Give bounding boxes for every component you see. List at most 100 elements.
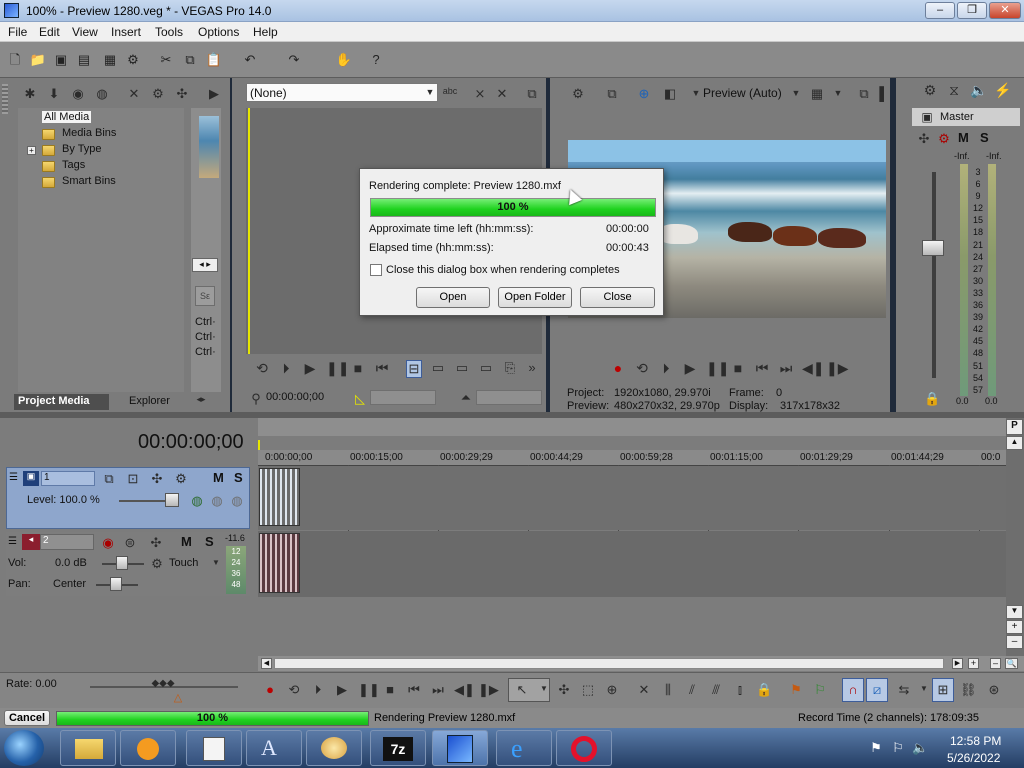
split-icon[interactable]: ⫾ xyxy=(732,682,748,698)
undo-icon[interactable]: ↶ xyxy=(241,51,259,69)
overwrite-icon[interactable]: ▭ xyxy=(454,360,470,376)
master-solo-button[interactable]: S xyxy=(980,130,989,145)
chevron-down-icon[interactable]: ▼ xyxy=(688,88,704,98)
trim-start-icon[interactable]: ⫽ xyxy=(684,682,700,698)
next-frame-icon[interactable]: ❚▶ xyxy=(826,360,849,377)
rate-marker-icon[interactable]: △ xyxy=(170,691,186,704)
trimmer-dropdown[interactable]: (None) xyxy=(246,83,438,102)
motion-icon[interactable]: ⊡ xyxy=(125,471,141,487)
external-monitor-icon[interactable]: ⧉ xyxy=(604,86,620,102)
go-to-start-icon[interactable]: ⏮ xyxy=(374,360,390,377)
more-icon[interactable]: » xyxy=(524,360,540,375)
ignore-event-grouping-icon[interactable]: ⊛ xyxy=(986,682,1002,698)
taskbar-vegas-icon[interactable] xyxy=(432,730,488,766)
go-to-end-icon[interactable]: ⏭ xyxy=(430,682,446,698)
automation-icon[interactable]: ✣ xyxy=(916,131,932,147)
web-icon[interactable]: ◍ xyxy=(94,86,110,102)
snapping-icon[interactable]: ∩ xyxy=(845,682,861,697)
tree-item-all-media[interactable]: All Media xyxy=(42,111,92,123)
video-event[interactable] xyxy=(259,468,300,526)
compositing-icon[interactable]: ⧉ xyxy=(101,471,117,487)
menu-view[interactable]: View xyxy=(72,25,98,39)
views-icon[interactable]: ▶ xyxy=(206,86,222,102)
zoom-in-vertical-icon[interactable]: + xyxy=(1006,620,1023,634)
pan-slider[interactable] xyxy=(110,577,122,591)
loop-icon[interactable]: ⟲ xyxy=(634,360,650,377)
record-icon[interactable]: ● xyxy=(610,360,626,376)
open-icon[interactable]: 📁 xyxy=(29,51,47,69)
tree-item-tags[interactable]: Tags xyxy=(62,159,85,171)
audio-event[interactable] xyxy=(259,533,300,593)
plugin-chain-icon[interactable]: ✣ xyxy=(174,86,190,102)
lock-icon[interactable]: 🔒 xyxy=(924,391,940,407)
copy-snapshot-icon[interactable]: ⧉ xyxy=(856,86,872,102)
marker-icon[interactable]: ⚲ xyxy=(248,391,264,407)
master-icon[interactable]: ▣ xyxy=(919,110,935,124)
settings-icon[interactable]: ⚙ xyxy=(570,86,586,102)
cancel-render-button[interactable]: Cancel xyxy=(4,710,50,726)
fx-icon[interactable]: ⚙ xyxy=(173,471,189,487)
zoom-in-icon[interactable]: + xyxy=(968,658,979,669)
play-icon[interactable]: ▶ xyxy=(302,360,318,377)
zoom-out-vertical-icon[interactable]: – xyxy=(1006,635,1023,649)
invert-phase-icon[interactable]: ⊜ xyxy=(122,535,138,551)
ripple-edit-icon[interactable]: ⇆ xyxy=(896,682,912,698)
scroll-down-icon[interactable]: ▼ xyxy=(1006,605,1023,619)
taskbar-opera-icon[interactable] xyxy=(556,730,612,766)
start-button[interactable] xyxy=(4,730,44,766)
in-point-icon[interactable]: ◺ xyxy=(352,391,368,407)
go-to-start-icon[interactable]: ⏮ xyxy=(406,682,422,698)
fx-icon[interactable]: ⚙ xyxy=(149,556,165,572)
maximize-button[interactable]: ❐ xyxy=(957,2,987,19)
normal-edit-tool-icon[interactable]: ↖ xyxy=(514,682,530,698)
master-fader-handle[interactable] xyxy=(922,240,944,256)
pause-icon[interactable]: ❚❚ xyxy=(706,360,729,377)
taskbar-ie-icon[interactable]: e xyxy=(496,730,552,766)
tree-item-media-bins[interactable]: Media Bins xyxy=(62,127,116,139)
menu-file[interactable]: File xyxy=(8,25,27,39)
media-thumbnail[interactable] xyxy=(199,116,219,178)
help-icon[interactable]: ? xyxy=(367,51,385,69)
capture-icon[interactable]: ⬇ xyxy=(46,86,62,102)
audio-track-lane[interactable] xyxy=(258,531,1006,597)
insert-icon[interactable]: ▭ xyxy=(478,360,494,376)
action-center-icon[interactable]: ⚐ xyxy=(890,740,906,756)
chevron-down-icon[interactable]: ▼ xyxy=(788,88,804,98)
parent-icon[interactable]: ◍ xyxy=(209,493,225,509)
lock-envelopes-icon[interactable]: ⊞ xyxy=(935,682,951,698)
arm-record-icon[interactable]: ◉ xyxy=(100,535,116,551)
stop-icon[interactable]: ■ xyxy=(382,682,398,697)
track-color-icon[interactable]: ▣ xyxy=(23,471,39,486)
tree-item-smart-bins[interactable]: Smart Bins xyxy=(62,175,116,187)
selection-tool-icon[interactable]: ⬚ xyxy=(580,682,596,698)
volume-slider[interactable] xyxy=(116,556,128,570)
render-icon[interactable]: ▦ xyxy=(101,51,119,69)
new-icon[interactable]: 🗋 xyxy=(6,51,24,69)
go-to-start-icon[interactable]: ⏮ xyxy=(754,360,770,377)
collapse-icon[interactable]: ☰ xyxy=(9,472,21,484)
preview-quality-select[interactable]: Preview (Auto) xyxy=(703,86,782,100)
prev-frame-icon[interactable]: ◀❚ xyxy=(454,682,475,698)
delete-icon[interactable]: ✕ xyxy=(636,682,652,698)
taskbar-font-app-icon[interactable]: A xyxy=(246,730,302,766)
zoom-tool-icon[interactable]: ⊕ xyxy=(604,682,620,698)
scroll-arrows-icon[interactable]: ◂ ▸ xyxy=(192,258,218,272)
marker-icon[interactable]: ⚑ xyxy=(788,682,804,698)
open-button[interactable]: Open xyxy=(416,287,490,308)
video-track-header[interactable]: ☰ ▣ 1 ⧉ ⊡ ✣ ⚙ M S Level: 100.0 % ◍ ◍ ◍ xyxy=(6,467,250,529)
taskbar-7zip-icon[interactable]: 7z xyxy=(370,730,426,766)
chevron-down-icon[interactable]: ▼ xyxy=(916,684,932,693)
zoom-tool-icon[interactable]: 🔍 xyxy=(1005,658,1018,669)
loop-icon[interactable]: ⟲ xyxy=(254,360,270,377)
composite-mode-icon[interactable]: ◍ xyxy=(189,493,205,509)
grid-icon[interactable]: ▦ xyxy=(809,86,825,102)
trimmer-mode-icon[interactable]: ⊟ xyxy=(406,360,422,378)
chevron-down-icon[interactable]: ▼ xyxy=(208,558,224,567)
save-as-icon[interactable]: ▤ xyxy=(75,51,93,69)
menu-tools[interactable]: Tools xyxy=(155,25,183,39)
expand-icon[interactable]: + xyxy=(27,146,36,155)
play-icon[interactable]: ▶ xyxy=(682,360,698,377)
play-from-start-icon[interactable]: ⏵ xyxy=(278,360,294,377)
chevron-down-icon[interactable]: ▼ xyxy=(536,684,552,693)
tab-project-media[interactable]: Project Media xyxy=(14,394,109,410)
